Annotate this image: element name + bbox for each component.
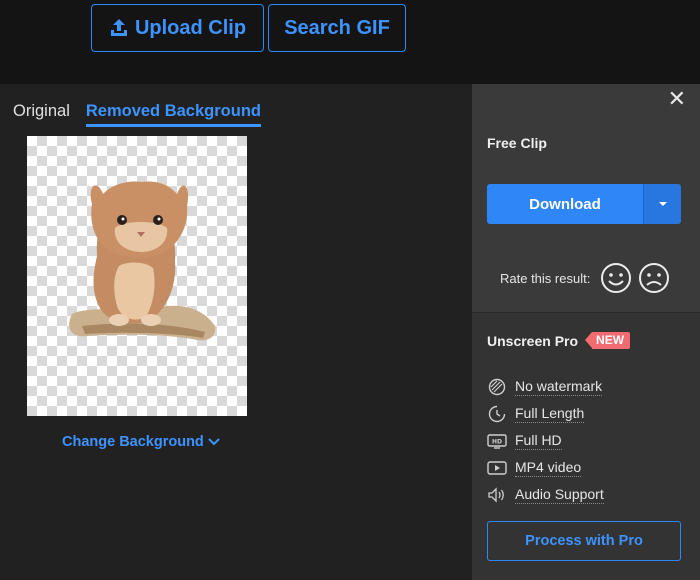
- feature-full-hd: HD Full HD: [487, 427, 687, 454]
- pro-panel: Unscreen Pro NEW No watermark Full Lengt…: [472, 312, 700, 580]
- view-tabs: Original Removed Background: [13, 102, 261, 127]
- main-panel: Original Removed Background Change Backg…: [0, 84, 472, 580]
- close-icon[interactable]: ✕: [668, 88, 686, 110]
- chevron-down-icon: [208, 438, 220, 446]
- happy-face-icon[interactable]: [600, 262, 632, 294]
- tab-removed-background[interactable]: Removed Background: [85, 102, 261, 127]
- download-options-button[interactable]: [643, 184, 681, 224]
- search-gif-button[interactable]: Search GIF: [268, 4, 406, 52]
- feature-label: No watermark: [515, 377, 603, 396]
- pro-name: Unscreen Pro: [487, 332, 579, 349]
- feature-label: Full HD: [515, 431, 562, 450]
- process-with-pro-button[interactable]: Process with Pro: [487, 521, 681, 561]
- sad-face-icon[interactable]: [638, 262, 670, 294]
- download-button[interactable]: Download: [487, 184, 643, 224]
- rating-row: Rate this result:: [500, 262, 670, 294]
- download-split-button: Download: [487, 184, 681, 224]
- sidebar: ✕ Free Clip Download Rate this result: U…: [472, 84, 700, 580]
- feature-mp4-video: MP4 video: [487, 454, 687, 481]
- free-clip-title: Free Clip: [487, 135, 547, 151]
- upload-clip-button[interactable]: Upload Clip: [91, 4, 264, 52]
- feature-label: Audio Support: [515, 485, 604, 504]
- change-background-label: Change Background: [62, 434, 204, 450]
- rate-label: Rate this result:: [500, 270, 591, 286]
- caret-down-icon: [658, 202, 667, 206]
- play-icon: [487, 459, 507, 477]
- svg-text:HD: HD: [492, 438, 502, 445]
- feature-no-watermark: No watermark: [487, 373, 687, 400]
- hd-icon: HD: [487, 432, 507, 450]
- feature-label: MP4 video: [515, 458, 582, 477]
- speaker-icon: [487, 486, 507, 504]
- upload-clip-label: Upload Clip: [134, 16, 247, 39]
- feature-audio-support: Audio Support: [487, 481, 687, 508]
- top-bar: Upload Clip Search GIF: [0, 0, 700, 84]
- change-background-link[interactable]: Change Background: [62, 434, 220, 450]
- clock-icon: [487, 405, 507, 423]
- feature-full-length: Full Length: [487, 400, 687, 427]
- kitten-image: [69, 181, 216, 341]
- feature-label: Full Length: [515, 404, 585, 423]
- search-gif-label: Search GIF: [284, 16, 390, 39]
- clip-preview: [27, 136, 247, 416]
- download-panel: ✕ Free Clip Download Rate this result:: [472, 84, 700, 312]
- new-badge: NEW: [585, 332, 631, 349]
- tab-original[interactable]: Original: [13, 102, 70, 127]
- no-watermark-icon: [487, 378, 507, 396]
- feature-list: No watermark Full Length HD Full HD MP4 …: [487, 373, 687, 508]
- upload-icon: [110, 19, 127, 36]
- pro-title: Unscreen Pro NEW: [487, 332, 631, 349]
